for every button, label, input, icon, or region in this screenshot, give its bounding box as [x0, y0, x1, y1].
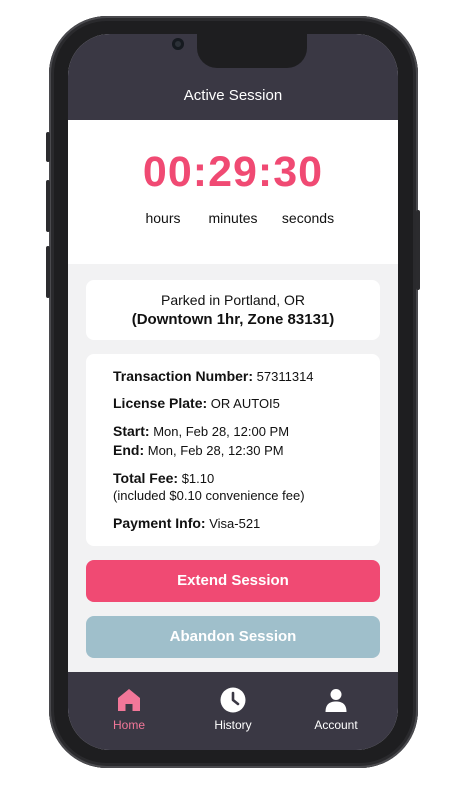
nav-item-account[interactable]: Account: [291, 686, 381, 732]
payment-value: Visa-521: [209, 516, 261, 531]
end-row: End: Mon, Feb 28, 12:30 PM: [113, 442, 284, 458]
abandon-session-button[interactable]: Abandon Session: [86, 616, 380, 658]
fee-note: (included $0.10 convenience fee): [113, 488, 305, 503]
side-button-volume-down: [46, 246, 50, 298]
nav-label-history: History: [214, 718, 252, 732]
page-title: Active Session: [183, 87, 283, 104]
end-value: Mon, Feb 28, 12:30 PM: [147, 443, 284, 458]
location-city: Parked in Portland, OR: [161, 292, 305, 308]
front-camera: [172, 38, 184, 50]
end-label: End:: [113, 442, 145, 458]
extend-session-button[interactable]: Extend Session: [86, 560, 380, 602]
home-icon: [118, 689, 140, 711]
timer-unit-seconds: seconds: [281, 210, 335, 226]
timer-panel: 00:29:30 hours minutes seconds: [68, 120, 398, 264]
location-card: Parked in Portland, OR (Downtown 1hr, Zo…: [86, 280, 380, 340]
countdown-timer: 00:29:30: [142, 148, 324, 196]
license-plate-value: OR AUTOI5: [210, 396, 280, 411]
location-zone: (Downtown 1hr, Zone 83131): [131, 311, 335, 328]
nav-item-home[interactable]: Home: [84, 686, 174, 732]
nav-label-home: Home: [112, 718, 145, 732]
nav-label-account: Account: [314, 718, 358, 732]
payment-row: Payment Info: Visa-521: [113, 515, 260, 531]
license-plate-label: License Plate:: [113, 395, 208, 411]
transaction-row: Transaction Number: 57311314: [113, 368, 314, 384]
total-fee-value: $1.10: [181, 471, 215, 486]
transaction-label: Transaction Number:: [113, 368, 254, 384]
notch: [197, 34, 307, 68]
clock-icon: [220, 687, 246, 713]
app-screen: Active Session 00:29:30 hours minutes se…: [68, 34, 398, 750]
nav-item-history[interactable]: History: [188, 686, 278, 732]
total-fee-label: Total Fee:: [113, 470, 179, 486]
start-label: Start:: [113, 423, 150, 439]
bottom-nav: Home History Account: [68, 672, 398, 750]
start-value: Mon, Feb 28, 12:00 PM: [153, 424, 290, 439]
license-plate-row: License Plate: OR AUTOI5: [113, 395, 280, 411]
total-fee-row: Total Fee: $1.10: [113, 470, 214, 486]
transaction-details-card: Transaction Number: 57311314 License Pla…: [86, 354, 380, 546]
timer-unit-hours: hours: [145, 210, 181, 226]
start-row: Start: Mon, Feb 28, 12:00 PM: [113, 423, 289, 439]
side-button-power: [416, 210, 420, 290]
side-button-silent: [46, 132, 50, 162]
transaction-value: 57311314: [256, 369, 314, 384]
side-button-volume-up: [46, 180, 50, 232]
person-icon: [325, 689, 347, 712]
payment-label: Payment Info:: [113, 515, 206, 531]
timer-unit-minutes: minutes: [208, 210, 258, 226]
